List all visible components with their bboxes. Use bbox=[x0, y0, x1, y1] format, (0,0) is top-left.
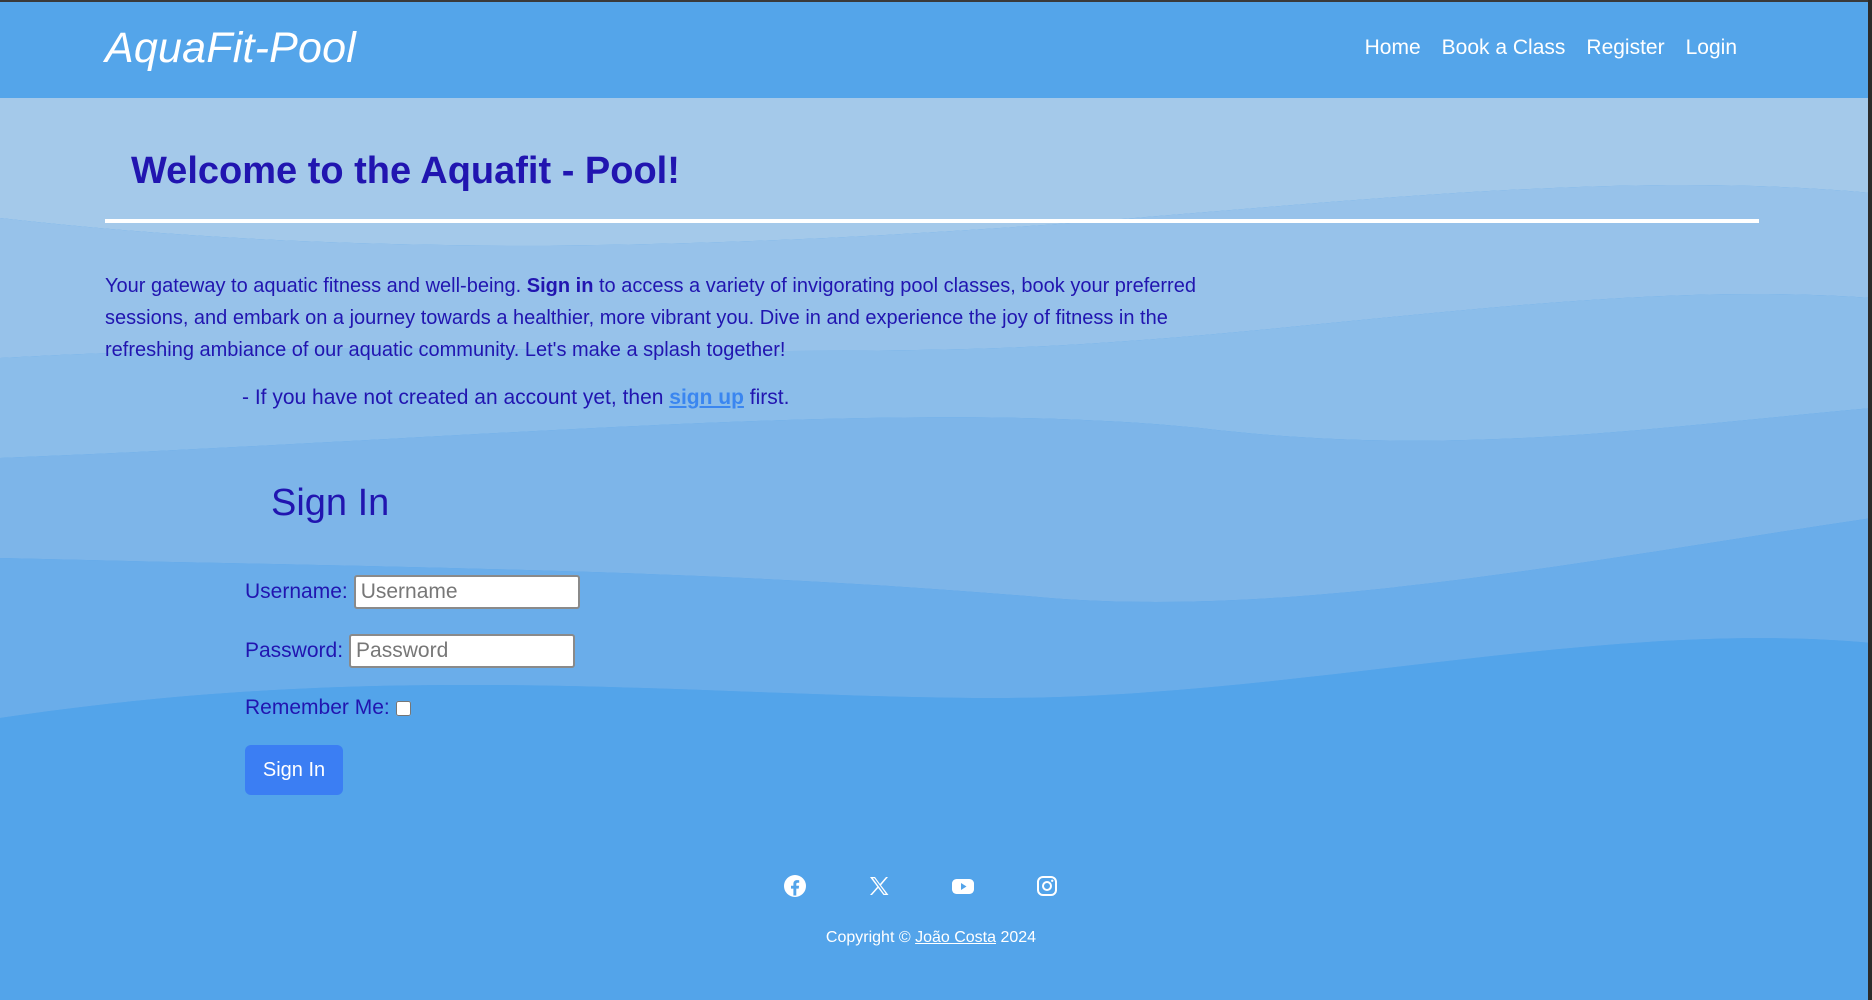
copyright-year: 2024 bbox=[996, 929, 1037, 946]
author-link[interactable]: João Costa bbox=[915, 929, 996, 946]
window-right-border bbox=[1868, 0, 1872, 1000]
remember-me-checkbox[interactable] bbox=[395, 700, 411, 716]
intro-paragraph: Your gateway to aquatic fitness and well… bbox=[105, 270, 1205, 366]
username-row: Username: bbox=[245, 575, 580, 609]
signup-note-end: first. bbox=[743, 386, 790, 409]
social-links bbox=[0, 874, 1872, 898]
sign-up-link[interactable]: sign up bbox=[669, 386, 744, 409]
signup-note: - If you have not created an account yet… bbox=[242, 386, 789, 410]
intro-text-start: Your gateway to aquatic fitness and well… bbox=[105, 275, 527, 297]
window-top-border bbox=[0, 0, 1872, 2]
remember-me-row: Remember Me: bbox=[245, 696, 414, 720]
nav-register-link[interactable]: Register bbox=[1586, 36, 1664, 60]
sign-in-button[interactable]: Sign In bbox=[245, 745, 343, 795]
navbar: AquaFit-Pool Home Book a Class Register … bbox=[0, 0, 1872, 98]
password-row: Password: bbox=[245, 634, 576, 668]
remember-me-label: Remember Me: bbox=[245, 696, 390, 719]
intro-sign-in-bold: Sign in bbox=[526, 275, 594, 297]
main-nav: Home Book a Class Register Login bbox=[1365, 36, 1737, 60]
brand-logo[interactable]: AquaFit-Pool bbox=[105, 24, 356, 73]
username-label: Username: bbox=[245, 580, 348, 603]
password-input[interactable] bbox=[349, 634, 576, 668]
x-icon[interactable] bbox=[867, 874, 891, 898]
signup-note-start: - If you have not created an account yet… bbox=[242, 386, 670, 409]
username-input[interactable] bbox=[353, 575, 580, 609]
copyright-prefix: Copyright © bbox=[825, 929, 916, 946]
main-content: Welcome to the Aquafit - Pool! Your gate… bbox=[0, 0, 1872, 1000]
instagram-icon[interactable] bbox=[1035, 874, 1059, 898]
password-label: Password: bbox=[245, 639, 344, 662]
copyright: Copyright © João Costa 2024 bbox=[0, 929, 1862, 947]
youtube-icon[interactable] bbox=[951, 874, 975, 898]
facebook-icon[interactable] bbox=[783, 874, 807, 898]
heading-divider bbox=[105, 219, 1759, 223]
page-title: Welcome to the Aquafit - Pool! bbox=[131, 150, 680, 192]
nav-book-class-link[interactable]: Book a Class bbox=[1442, 36, 1566, 60]
sign-in-form-title: Sign In bbox=[271, 482, 390, 524]
nav-login-link[interactable]: Login bbox=[1686, 36, 1737, 60]
nav-home-link[interactable]: Home bbox=[1365, 36, 1421, 60]
